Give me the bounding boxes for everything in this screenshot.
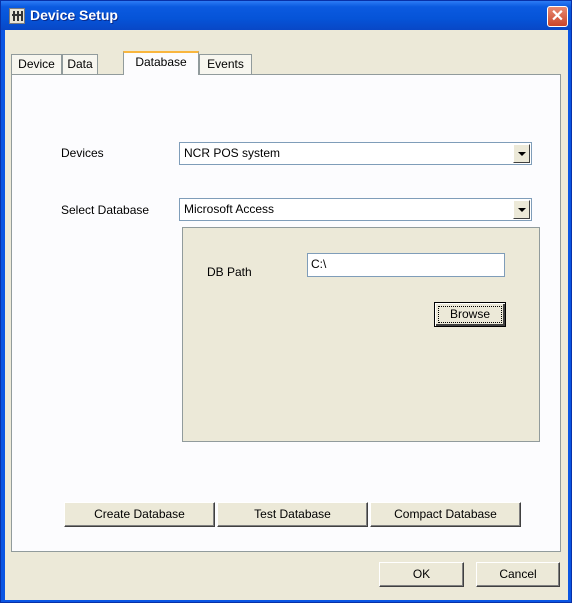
db-path-label: DB Path: [207, 265, 252, 279]
cancel-button[interactable]: Cancel: [476, 562, 560, 587]
app-icon: [9, 8, 25, 24]
db-path-input[interactable]: C:\: [307, 253, 505, 277]
devices-dropdown-button[interactable]: [513, 144, 530, 163]
chevron-down-icon: [518, 208, 526, 212]
select-database-selected-value: Microsoft Access: [184, 202, 275, 216]
close-button[interactable]: ✕: [547, 6, 568, 27]
ok-button[interactable]: OK: [379, 562, 464, 587]
devices-label: Devices: [61, 146, 104, 160]
devices-selected-value: NCR POS system: [184, 146, 281, 160]
compact-database-button[interactable]: Compact Database: [370, 502, 521, 527]
tab-data[interactable]: Data: [62, 54, 98, 74]
db-path-group: DB Path C:\ Browse: [182, 227, 540, 442]
close-icon: ✕: [550, 8, 565, 25]
title-bar[interactable]: Device Setup ✕: [1, 1, 571, 30]
device-setup-window: Device Setup ✕ Device Data Database Even…: [0, 0, 572, 603]
chevron-down-icon: [518, 152, 526, 156]
dialog-body: Device Data Database Events Devices NCR …: [5, 30, 568, 600]
database-tab-panel: Devices NCR POS system Select Database M…: [11, 74, 561, 552]
select-database-dropdown[interactable]: Microsoft Access: [179, 198, 532, 221]
browse-button[interactable]: Browse: [434, 302, 506, 327]
tab-device[interactable]: Device: [11, 54, 62, 74]
select-database-label: Select Database: [61, 203, 150, 217]
tab-database[interactable]: Database: [123, 51, 199, 75]
test-database-button[interactable]: Test Database: [217, 502, 368, 527]
tab-events[interactable]: Events: [199, 54, 252, 74]
devices-dropdown[interactable]: NCR POS system: [179, 142, 532, 165]
select-database-dropdown-button[interactable]: [513, 200, 530, 219]
window-title: Device Setup: [30, 7, 118, 23]
create-database-button[interactable]: Create Database: [64, 502, 215, 527]
